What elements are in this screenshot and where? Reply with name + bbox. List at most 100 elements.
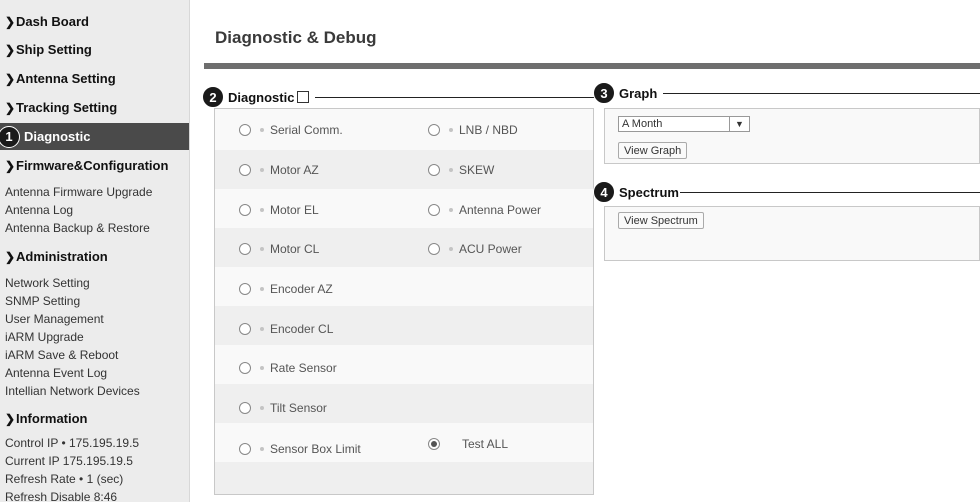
sidebar-item-information[interactable]: ❯ Information: [0, 411, 88, 426]
option-tilt-sensor[interactable]: Tilt Sensor: [239, 401, 327, 415]
option-label: Rate Sensor: [270, 361, 337, 375]
radio-button[interactable]: [428, 243, 440, 255]
callout-badge-4: 4: [593, 181, 615, 203]
option-antenna-power[interactable]: Antenna Power: [428, 203, 541, 217]
spectrum-panel: View Spectrum: [604, 206, 980, 261]
option-label: Tilt Sensor: [270, 401, 327, 415]
spectrum-section-header: 4 Spectrum: [593, 181, 679, 203]
radio-button[interactable]: [428, 164, 440, 176]
info-control-ip: Control IP • 175.195.19.5: [5, 436, 140, 450]
option-motor-el[interactable]: Motor EL: [239, 203, 319, 217]
sidebar-subitem-antenna-log[interactable]: Antenna Log: [0, 201, 152, 219]
chevron-right-icon: ❯: [5, 14, 16, 29]
status-dot-icon: [260, 128, 264, 132]
option-sensor-box-limit[interactable]: Sensor Box Limit: [239, 442, 361, 456]
sidebar-item-tracking-setting[interactable]: ❯ Tracking Setting: [0, 100, 117, 115]
option-label: Test ALL: [462, 437, 509, 451]
status-dot-icon: [449, 128, 453, 132]
option-motor-az[interactable]: Motor AZ: [239, 163, 319, 177]
option-label: LNB / NBD: [459, 123, 518, 137]
spectrum-header-line: [680, 192, 980, 193]
option-encoder-cl[interactable]: Encoder CL: [239, 322, 333, 336]
radio-button[interactable]: [239, 323, 251, 335]
sidebar-subitem-snmp-setting[interactable]: SNMP Setting: [0, 292, 140, 310]
sidebar-subitem-antenna-firmware-upgrade[interactable]: Antenna Firmware Upgrade: [0, 183, 152, 201]
sidebar-subitem-network-setting[interactable]: Network Setting: [0, 274, 140, 292]
info-current-ip: Current IP 175.195.19.5: [5, 454, 133, 468]
sidebar-subitem-antenna-event-log[interactable]: Antenna Event Log: [0, 364, 140, 382]
chevron-right-icon: ❯: [5, 411, 16, 426]
radio-button[interactable]: [239, 124, 251, 136]
diagnostic-header-line: [315, 97, 595, 98]
sidebar-item-label: Firmware&Configuration: [16, 158, 169, 173]
callout-badge-1: 1: [0, 125, 20, 148]
option-lnb-nbd[interactable]: LNB / NBD: [428, 123, 518, 137]
status-dot-icon: [260, 447, 264, 451]
option-label: Encoder CL: [270, 322, 334, 336]
sidebar-item-label: Tracking Setting: [16, 100, 118, 115]
option-label: Sensor Box Limit: [270, 442, 361, 456]
radio-button[interactable]: [239, 164, 251, 176]
sidebar: ❯ Dash Board ❯ Ship Setting ❯ Antenna Setti…: [0, 0, 190, 502]
diag-row: [215, 462, 593, 494]
sidebar-item-administration[interactable]: ❯ Administration: [0, 249, 108, 264]
status-dot-icon: [449, 168, 453, 172]
sidebar-item-dash-board[interactable]: ❯ Dash Board: [0, 14, 89, 29]
spectrum-label: Spectrum: [619, 184, 679, 200]
sidebar-subitem-iarm-upgrade[interactable]: iARM Upgrade: [0, 328, 140, 346]
status-dot-icon: [449, 247, 453, 251]
radio-button[interactable]: [239, 443, 251, 455]
chevron-right-icon: ❯: [5, 249, 16, 264]
sidebar-subitem-user-management[interactable]: User Management: [0, 310, 140, 328]
view-spectrum-button[interactable]: View Spectrum: [618, 212, 704, 229]
view-graph-button[interactable]: View Graph: [618, 142, 688, 159]
sidebar-item-label: Ship Setting: [16, 42, 92, 57]
sidebar-item-label: Administration: [16, 249, 108, 264]
option-label: SKEW: [459, 163, 495, 177]
option-label: Antenna Power: [459, 203, 542, 217]
radio-button[interactable]: [239, 283, 251, 295]
diagnostic-panel: Serial Comm. Motor AZ Motor EL Motor CL …: [214, 108, 594, 495]
title-divider: [204, 63, 980, 69]
option-serial-comm[interactable]: Serial Comm.: [239, 123, 343, 137]
radio-button[interactable]: [428, 204, 440, 216]
sidebar-item-ship-setting[interactable]: ❯ Ship Setting: [0, 42, 92, 57]
sidebar-item-label: Diagnostic: [24, 129, 91, 144]
chevron-right-icon: ❯: [5, 100, 16, 115]
sidebar-subitem-iarm-save-reboot[interactable]: iARM Save & Reboot: [0, 346, 140, 364]
option-acu-power[interactable]: ACU Power: [428, 242, 522, 256]
sidebar-item-diagnostic[interactable]: 1 Diagnostic: [0, 123, 189, 150]
chevron-right-icon: ❯: [5, 71, 16, 86]
radio-button[interactable]: [239, 402, 251, 414]
status-dot-icon: [260, 247, 264, 251]
radio-button[interactable]: [239, 243, 251, 255]
sidebar-item-antenna-setting[interactable]: ❯ Antenna Setting: [0, 71, 116, 86]
option-rate-sensor[interactable]: Rate Sensor: [239, 361, 337, 375]
option-skew[interactable]: SKEW: [428, 163, 494, 177]
sidebar-item-firmware[interactable]: ❯ Firmware&Configuration: [0, 158, 168, 173]
chevron-down-icon: ▼: [729, 117, 749, 131]
status-dot-icon: [260, 168, 264, 172]
diagnostic-checkbox[interactable]: [297, 91, 310, 103]
sidebar-subitem-antenna-backup-restore[interactable]: Antenna Backup & Restore: [0, 219, 152, 237]
status-dot-icon: [260, 208, 264, 212]
sidebar-item-label: Information: [16, 411, 88, 426]
info-refresh-disable: Refresh Disable 8:46: [5, 490, 118, 502]
graph-section-header: 3 Graph: [593, 82, 657, 104]
radio-button[interactable]: [239, 362, 251, 374]
status-dot-icon: [449, 208, 453, 212]
callout-badge-3: 3: [593, 82, 615, 104]
option-motor-cl[interactable]: Motor CL: [239, 242, 319, 256]
option-test-all[interactable]: Test ALL: [428, 437, 508, 451]
status-dot-icon: [260, 287, 264, 291]
graph-label: Graph: [619, 85, 658, 101]
radio-button-selected[interactable]: [428, 438, 440, 450]
diagnostic-section-header: 2 Diagnostic: [202, 86, 310, 108]
option-encoder-az[interactable]: Encoder AZ: [239, 282, 333, 296]
option-label: Serial Comm.: [270, 123, 343, 137]
option-label: Encoder AZ: [270, 282, 333, 296]
radio-button[interactable]: [428, 124, 440, 136]
period-select[interactable]: A Month ▼: [618, 116, 750, 132]
sidebar-subitem-intellian-network-devices[interactable]: Intellian Network Devices: [0, 382, 140, 400]
radio-button[interactable]: [239, 204, 251, 216]
